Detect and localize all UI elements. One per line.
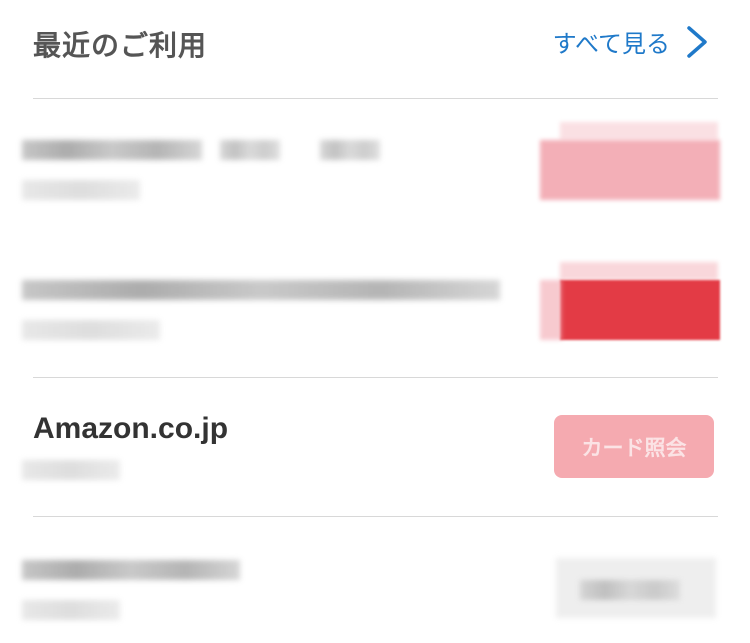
blurred-date — [22, 320, 160, 340]
blurred-amount — [560, 122, 718, 140]
section-title: 最近のご利用 — [33, 29, 208, 62]
divider — [33, 98, 718, 99]
blurred-amount — [540, 280, 562, 340]
divider — [33, 516, 718, 517]
blurred-merchant — [320, 140, 380, 160]
see-all-link[interactable]: すべて見る — [553, 24, 710, 59]
recent-usage-header: 最近のご利用 すべて見る — [0, 0, 750, 98]
blurred-merchant — [22, 560, 240, 580]
blurred-date — [22, 460, 120, 480]
blurred-date — [22, 600, 120, 620]
blurred-merchant — [22, 280, 500, 300]
blurred-amount — [580, 580, 680, 600]
blurred-date — [22, 180, 140, 200]
blurred-amount — [560, 280, 720, 340]
card-inquiry-button[interactable]: カード照会 — [554, 415, 714, 478]
blurred-amount — [540, 140, 720, 200]
blurred-amount — [560, 262, 718, 280]
see-all-label: すべて見る — [552, 30, 670, 58]
chevron-right-icon — [687, 25, 707, 58]
blurred-merchant — [22, 140, 202, 160]
blurred-merchant — [220, 140, 280, 160]
merchant-name: Amazon.co.jp — [33, 412, 229, 445]
divider — [33, 377, 718, 378]
